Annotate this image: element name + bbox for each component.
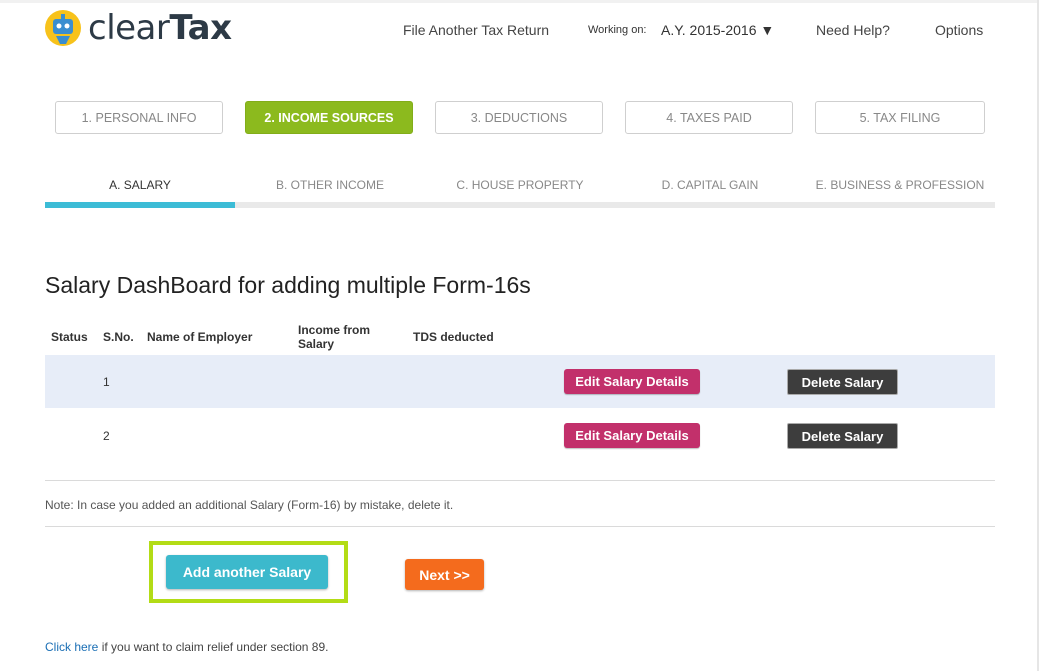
col-income-line1: Income from bbox=[298, 323, 371, 337]
add-another-salary-button[interactable]: Add another Salary bbox=[166, 555, 328, 589]
col-income-line2: Salary bbox=[298, 337, 335, 351]
delete-salary-button[interactable]: Delete Salary bbox=[787, 369, 898, 395]
next-button[interactable]: Next >> bbox=[405, 559, 484, 590]
col-sno: S.No. bbox=[103, 330, 134, 344]
step-income-sources[interactable]: 2. INCOME SOURCES bbox=[245, 101, 413, 134]
col-tds: TDS deducted bbox=[413, 330, 494, 344]
tab-house-property[interactable]: C. HOUSE PROPERTY bbox=[425, 178, 615, 192]
step-tax-filing[interactable]: 5. TAX FILING bbox=[815, 101, 985, 134]
section-89-note: Click here if you want to claim relief u… bbox=[45, 640, 328, 654]
divider bbox=[45, 480, 995, 481]
delete-salary-button[interactable]: Delete Salary bbox=[787, 423, 898, 449]
page-title: Salary DashBoard for adding multiple For… bbox=[45, 272, 531, 298]
options-menu[interactable]: Options bbox=[935, 22, 983, 38]
divider bbox=[45, 526, 995, 527]
row-sno: 1 bbox=[103, 375, 110, 389]
logo[interactable]: clearTax bbox=[44, 8, 232, 48]
tab-capital-gain[interactable]: D. CAPITAL GAIN bbox=[615, 178, 805, 192]
tab-business-profession[interactable]: E. BUSINESS & PROFESSION bbox=[805, 178, 995, 192]
robot-mascot-icon bbox=[44, 9, 82, 47]
col-employer: Name of Employer bbox=[147, 330, 253, 344]
delete-note: Note: In case you added an additional Sa… bbox=[45, 498, 454, 512]
click-here-link[interactable]: Click here bbox=[45, 640, 98, 654]
tab-salary[interactable]: A. SALARY bbox=[45, 178, 235, 192]
need-help-link[interactable]: Need Help? bbox=[816, 22, 890, 38]
step-deductions[interactable]: 3. DEDUCTIONS bbox=[435, 101, 603, 134]
step-taxes-paid[interactable]: 4. TAXES PAID bbox=[625, 101, 793, 134]
section-89-text: if you want to claim relief under sectio… bbox=[98, 640, 329, 654]
col-status: Status bbox=[51, 330, 88, 344]
top-border bbox=[0, 0, 1039, 3]
assessment-year-select[interactable]: A.Y. 2015-2016 ▼ bbox=[661, 22, 774, 38]
working-on-label: Working on: bbox=[588, 24, 647, 36]
step-personal-info[interactable]: 1. PERSONAL INFO bbox=[55, 101, 223, 134]
brand-name: clearTax bbox=[88, 8, 232, 48]
edit-salary-button[interactable]: Edit Salary Details bbox=[564, 423, 700, 448]
row-sno: 2 bbox=[103, 429, 110, 443]
edit-salary-button[interactable]: Edit Salary Details bbox=[564, 369, 700, 394]
file-another-return-link[interactable]: File Another Tax Return bbox=[403, 22, 549, 38]
tab-active-indicator bbox=[45, 202, 235, 208]
tab-other-income[interactable]: B. OTHER INCOME bbox=[235, 178, 425, 192]
